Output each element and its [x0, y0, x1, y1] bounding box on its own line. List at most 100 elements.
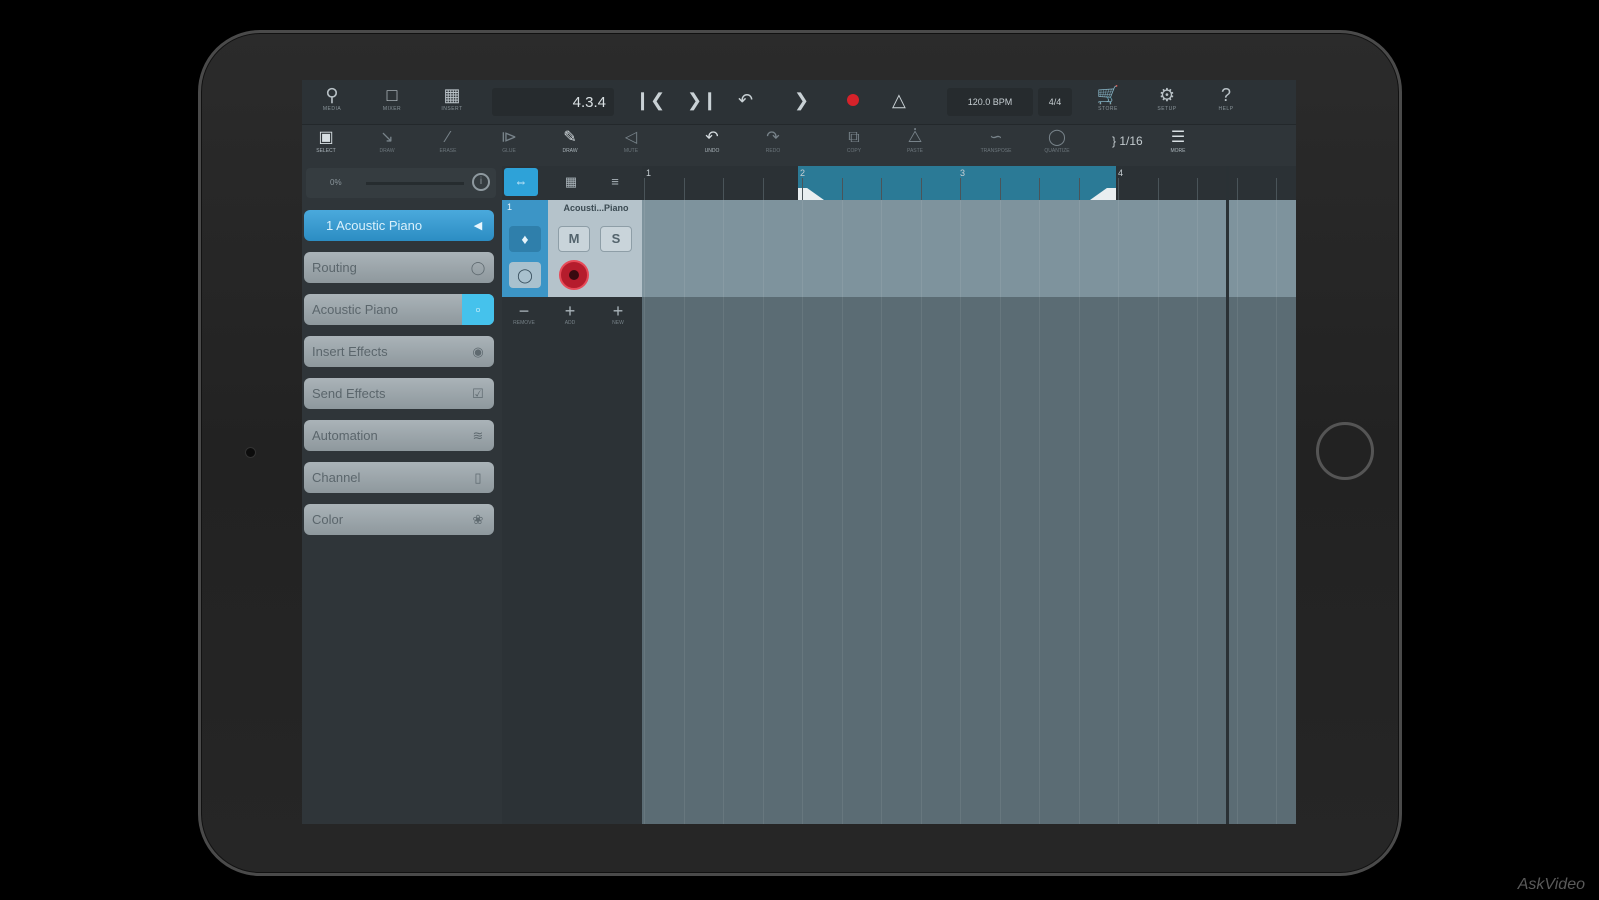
ruler-tick	[1197, 178, 1198, 200]
redo-button[interactable]: ↷ REDO	[751, 128, 795, 162]
quantize-value[interactable]: } 1/16	[1112, 134, 1143, 148]
track-header-button[interactable]: 1 Acoustic Piano ◀	[304, 210, 494, 241]
tool-select[interactable]: ▣ SELECT	[304, 128, 348, 162]
send-effects-button[interactable]: Send Effects ☑	[304, 378, 494, 409]
undo-icon: ↶	[705, 129, 719, 146]
media-button[interactable]: ⚲ MEDIA	[310, 84, 354, 120]
channel-icon: ▯	[474, 470, 482, 485]
playhead[interactable]	[1226, 166, 1229, 824]
track-header[interactable]: 1 ♦ ◯ Acousti...Piano M S	[502, 200, 642, 297]
grid-line	[1157, 200, 1159, 824]
volume-slider[interactable]: 0% i	[306, 168, 496, 198]
ruler-tick	[1236, 178, 1238, 200]
info-icon[interactable]: i	[472, 173, 490, 191]
plus-icon: +	[564, 301, 576, 321]
minus-icon: −	[518, 301, 530, 321]
record-arm-button[interactable]	[559, 260, 589, 290]
monitor-icon[interactable]: ◯	[509, 262, 541, 288]
instrument-icon[interactable]: ▫	[462, 294, 494, 325]
insert-effects-button[interactable]: Insert Effects ◉	[304, 336, 494, 367]
home-button[interactable]	[1316, 422, 1374, 480]
ruler-tick	[1118, 178, 1119, 200]
position-value: 4.3.4	[572, 94, 606, 111]
grid-line	[960, 200, 961, 824]
loop-region[interactable]	[798, 166, 1116, 200]
insert-button[interactable]: ▦ INSERT	[430, 84, 474, 120]
add-track-button[interactable]: + ADD	[550, 302, 590, 326]
ruler-tick	[644, 178, 645, 200]
ruler-tick	[841, 178, 843, 200]
tool-draw[interactable]: ↘ DRAW	[365, 128, 409, 162]
rewind-icon[interactable]: ❙❮	[635, 90, 665, 111]
color-button[interactable]: Color ❀	[304, 504, 494, 535]
grid-line	[1197, 200, 1198, 824]
tool-erase[interactable]: ∕ ERASE	[426, 128, 470, 162]
grid-line	[920, 200, 922, 824]
track-name: Acousti...Piano	[563, 203, 629, 213]
grid-line	[644, 200, 645, 824]
ruler-tick	[920, 178, 922, 200]
mixer-small-icon[interactable]: ≡	[598, 168, 632, 196]
collapse-icon: ◀	[473, 220, 483, 232]
grid-line	[841, 200, 843, 824]
select-icon: ▣	[318, 129, 334, 146]
ruler-tick	[762, 178, 764, 200]
draw-icon: ↘	[380, 129, 394, 146]
setup-button[interactable]: ⚙ SETUP	[1145, 84, 1189, 120]
timeline-ruler[interactable]: 1 2 3 4	[642, 166, 1296, 200]
redo-icon: ↷	[766, 129, 780, 146]
slider-track[interactable]	[366, 182, 464, 185]
browser-icon: ⚲	[325, 85, 339, 105]
routing-icon: ◯	[470, 260, 486, 275]
new-track-button[interactable]: + NEW	[598, 302, 638, 326]
tool-mute[interactable]: ◁ MUTE	[609, 128, 653, 162]
grid-line	[881, 200, 882, 824]
position-display[interactable]: 4.3.4	[492, 88, 614, 116]
snap-icon[interactable]: ⇔	[504, 168, 538, 196]
volume-value: 0%	[330, 178, 342, 187]
gear-icon: ⚙	[1158, 85, 1176, 105]
automation-button[interactable]: Automation ≋	[304, 420, 494, 451]
tempo-display[interactable]: 120.0 BPM	[947, 88, 1033, 116]
mute-button[interactable]: M	[558, 226, 590, 252]
grid-line	[1276, 200, 1277, 824]
paste-button[interactable]: ⧊ PASTE	[893, 128, 937, 162]
undo-button[interactable]: ↶ UNDO	[690, 128, 734, 162]
transpose-icon: ∽	[989, 129, 1003, 146]
time-signature[interactable]: 4/4	[1038, 88, 1072, 116]
mixer-button[interactable]: □ MIXER	[370, 84, 414, 120]
store-button[interactable]: 🛒 STORE	[1086, 84, 1130, 120]
tools-toolbar: ▣ SELECT ↘ DRAW ∕ ERASE ⧐ GLUE ✎ DRAW ◁ …	[302, 125, 1296, 165]
front-camera	[245, 447, 256, 458]
loop-icon[interactable]: ↶	[738, 90, 753, 111]
quantize-button[interactable]: ◯ QUANTIZE	[1035, 128, 1079, 162]
more-button[interactable]: ☰ MORE	[1156, 128, 1200, 162]
transpose-button[interactable]: ∽ TRANSPOSE	[974, 128, 1018, 162]
help-button[interactable]: ? HELP	[1204, 84, 1248, 120]
solo-button[interactable]: S	[600, 226, 632, 252]
track-number: 1	[507, 202, 513, 212]
inspector-panel: 0% i 1 Acoustic Piano ◀ Routing ◯ Acoust…	[302, 166, 500, 824]
tool-glue[interactable]: ⧐ GLUE	[487, 128, 531, 162]
arrangement-view[interactable]: 1 2 3 4	[642, 166, 1296, 824]
piano-icon[interactable]: ♦	[509, 226, 541, 252]
bar-label: 4	[1118, 168, 1124, 178]
play-icon[interactable]: ❯	[794, 90, 809, 111]
insert-icon: ◉	[472, 344, 484, 359]
copy-button[interactable]: ⧉ COPY	[832, 128, 876, 162]
ruler-tick	[683, 178, 685, 200]
remove-track-button[interactable]: − REMOVE	[504, 302, 544, 326]
tool-pencil[interactable]: ✎ DRAW	[548, 128, 592, 162]
instrument-button[interactable]: Acoustic Piano ▫	[304, 294, 494, 325]
list-view-icon[interactable]: ▦	[554, 168, 588, 196]
loop-end-handle[interactable]	[1090, 188, 1116, 200]
pencil-icon: ✎	[563, 129, 577, 146]
metronome-icon[interactable]: △	[892, 90, 906, 111]
routing-button[interactable]: Routing ◯	[304, 252, 494, 283]
record-button[interactable]	[847, 94, 859, 106]
daw-screen: ⚲ MEDIA □ MIXER ▦ INSERT 4.3.4 ❙❮ ❯❙ ↶ ❯…	[302, 80, 1296, 824]
main-toolbar: ⚲ MEDIA □ MIXER ▦ INSERT 4.3.4 ❙❮ ❯❙ ↶ ❯…	[302, 80, 1296, 125]
channel-button[interactable]: Channel ▯	[304, 462, 494, 493]
forward-icon[interactable]: ❯❙	[687, 90, 717, 111]
grid-line	[1039, 200, 1040, 824]
